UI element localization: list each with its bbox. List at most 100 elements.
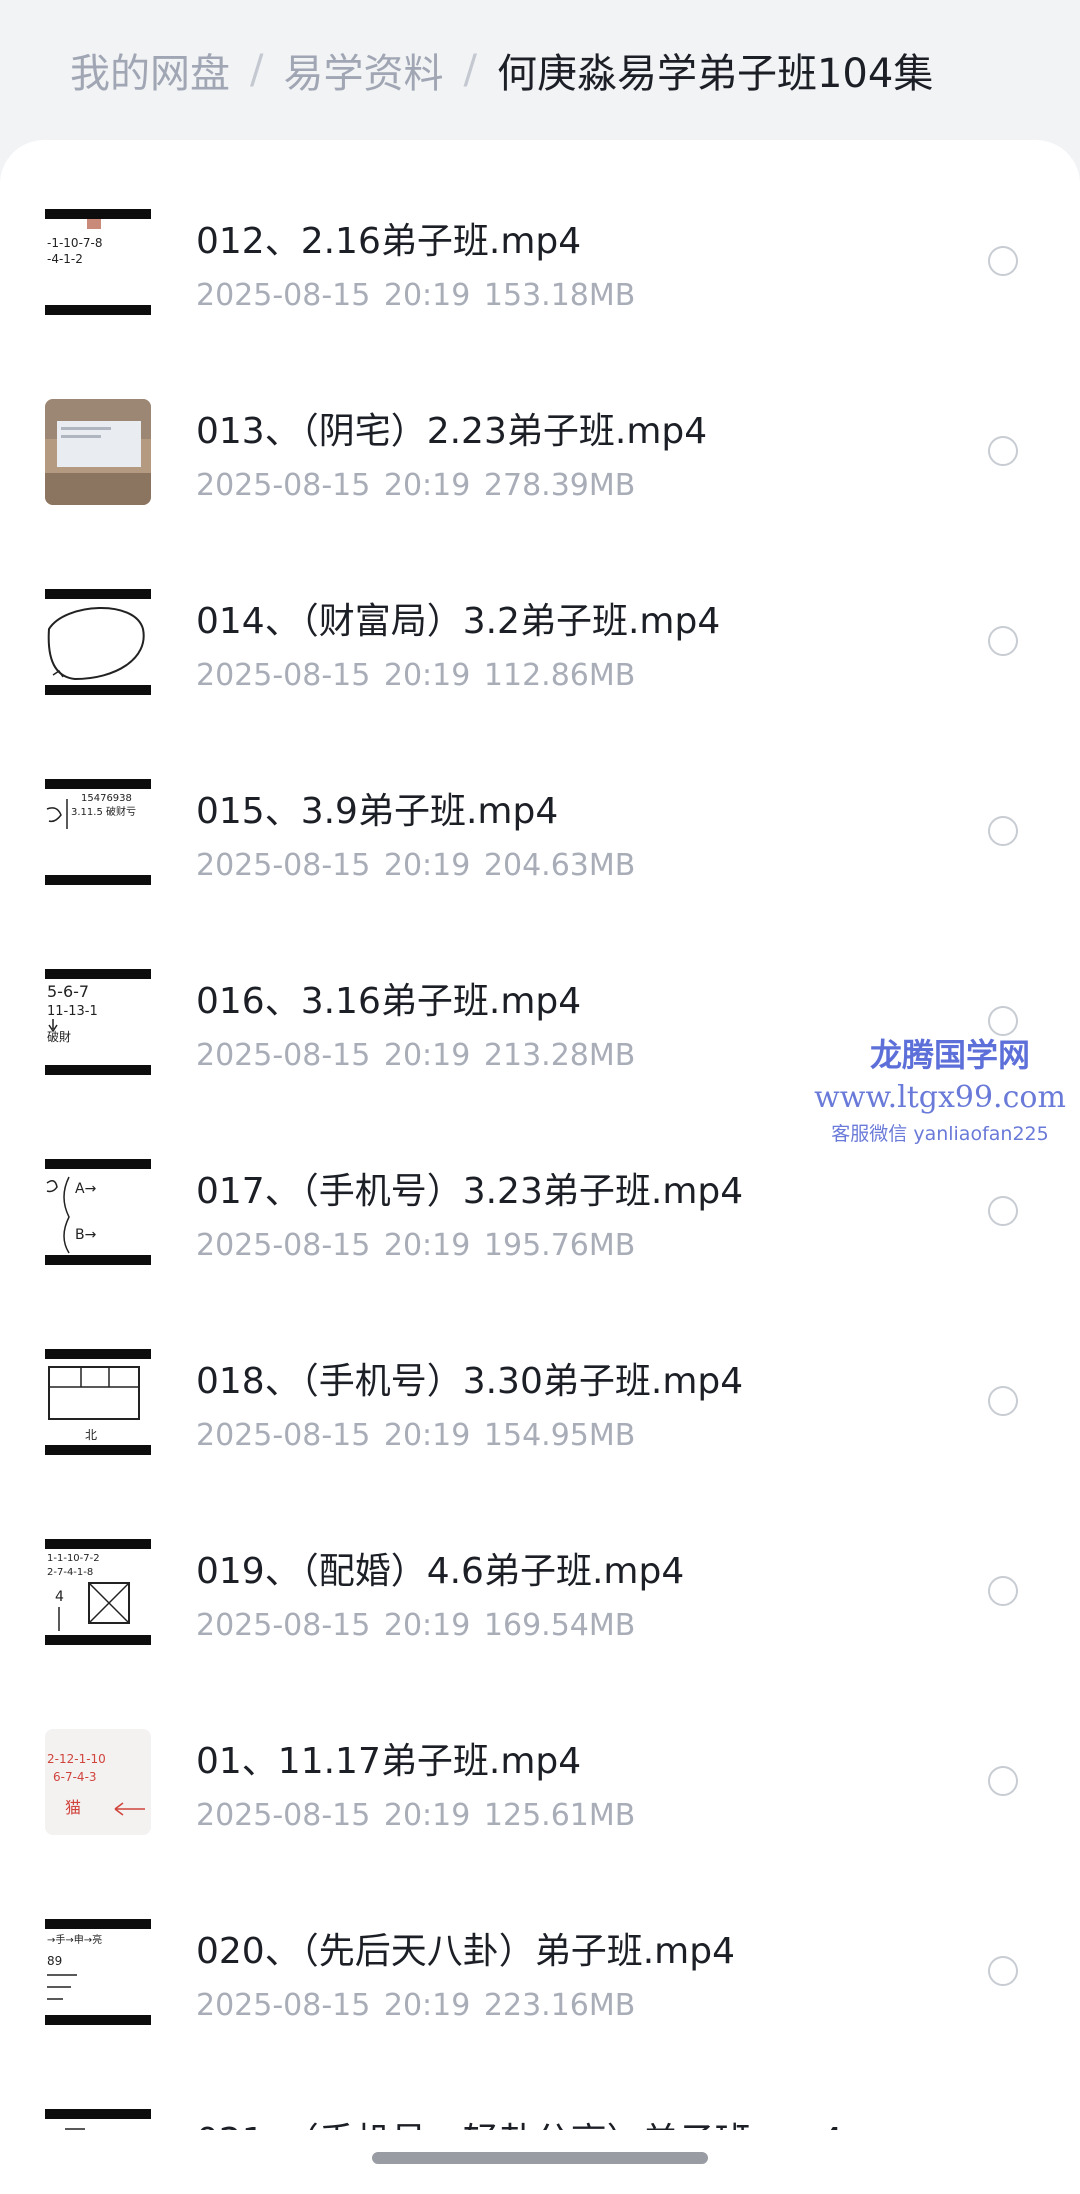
file-size: 153.18MB (483, 278, 636, 313)
file-size: 204.63MB (483, 848, 636, 883)
thumb-text: A→ (75, 1181, 97, 1197)
file-size: 213.28MB (483, 1038, 636, 1073)
thumb-text: 4 (55, 1589, 64, 1605)
thumb-text: 15476938 (81, 793, 132, 804)
breadcrumb: 我的网盘 / 易学资料 / 何庚淼易学弟子班104集 (0, 0, 1080, 140)
file-date: 2025-08-15 20:19 (196, 1988, 471, 2023)
file-date: 2025-08-15 20:19 (196, 1798, 471, 1833)
thumb-text: 2-7-4-1-8 (47, 1567, 93, 1578)
file-meta: 2025-08-15 20:19 223.16MB (196, 1988, 635, 2023)
video-thumbnail: -1-10-7-8 -4-1-2 (45, 209, 151, 315)
video-thumbnail (45, 589, 151, 695)
file-size: 223.16MB (483, 1988, 636, 2023)
file-date: 2025-08-15 20:19 (196, 1038, 471, 1073)
file-size: 195.76MB (483, 1228, 636, 1263)
select-radio[interactable] (988, 626, 1018, 656)
watermark-title: 龙腾国学网 (869, 1036, 1030, 1074)
file-meta: 2025-08-15 20:19 153.18MB (196, 278, 635, 313)
video-thumbnail: 北 (45, 1349, 151, 1455)
file-date: 2025-08-15 20:19 (196, 278, 471, 313)
thumb-text: 11-13-1 (47, 1004, 98, 1019)
file-size: 125.61MB (483, 1798, 636, 1833)
file-meta: 2025-08-15 20:19 195.76MB (196, 1228, 635, 1263)
file-name: 020、（先后天八卦）弟子班.mp4 (196, 1931, 735, 1972)
select-radio[interactable] (988, 436, 1018, 466)
watermark-contact: 客服微信 yanliaofan225 (831, 1123, 1049, 1145)
thumb-text: →手→申→亮 (47, 1933, 102, 1946)
file-size: 154.95MB (483, 1418, 636, 1453)
file-name: 019、（配婚）4.6弟子班.mp4 (196, 1551, 685, 1592)
file-meta: 2025-08-15 20:19 204.63MB (196, 848, 635, 883)
file-row[interactable]: →手→申→亮 89 020、（先后天八卦）弟子班.mp4 2025-08-15 … (0, 1850, 1080, 2040)
file-date: 2025-08-15 20:19 (196, 1228, 471, 1263)
breadcrumb-item-current-folder: 何庚淼易学弟子班104集 (496, 51, 934, 97)
file-name: 013、（阴宅）2.23弟子班.mp4 (196, 411, 708, 452)
video-thumbnail: 15476938 3.11.5 破财亏 (45, 779, 151, 885)
file-name: 012、2.16弟子班.mp4 (196, 221, 582, 262)
thumb-text: 3.11.5 破财亏 (71, 805, 136, 818)
select-radio[interactable] (988, 1576, 1018, 1606)
file-name: 016、3.16弟子班.mp4 (196, 981, 582, 1022)
select-radio[interactable] (988, 1196, 1018, 1226)
file-meta: 2025-08-15 20:19 169.54MB (196, 1608, 635, 1643)
thumb-text: 2-12-1-10 (47, 1752, 106, 1766)
file-row[interactable]: 北 018、（手机号）3.30弟子班.mp4 2025-08-15 20:19 … (0, 1280, 1080, 1470)
file-size: 169.54MB (483, 1608, 636, 1643)
file-meta: 2025-08-15 20:19 278.39MB (196, 468, 635, 503)
video-thumbnail: 5-6-7 11-13-1 破財 (45, 969, 151, 1075)
thumb-text: 破財 (47, 1029, 71, 1044)
file-row[interactable]: 021、（手机号、轻卦分高）弟子班.mp4 (0, 2040, 1080, 2130)
watermark: 龙腾国学网 www.ltgx99.com 客服微信 yanliaofan225 (814, 1030, 1080, 1146)
video-thumbnail: 1-1-10-7-2 2-7-4-1-8 4 (45, 1539, 151, 1645)
file-row[interactable]: 013、（阴宅）2.23弟子班.mp4 2025-08-15 20:19 278… (0, 330, 1080, 520)
file-name: 018、（手机号）3.30弟子班.mp4 (196, 1361, 744, 1402)
file-size: 278.39MB (483, 468, 636, 503)
file-list-panel: -1-10-7-8 -4-1-2 012、2.16弟子班.mp4 2025-08… (0, 140, 1080, 2194)
file-row[interactable]: -1-10-7-8 -4-1-2 012、2.16弟子班.mp4 2025-08… (0, 140, 1080, 330)
file-date: 2025-08-15 20:19 (196, 1608, 471, 1643)
thumb-text: B→ (75, 1227, 97, 1243)
file-name: 017、（手机号）3.23弟子班.mp4 (196, 1171, 744, 1212)
video-thumbnail (45, 399, 151, 505)
watermark-url: www.ltgx99.com (814, 1080, 1066, 1115)
file-size: 112.86MB (483, 658, 636, 693)
file-row[interactable]: 1-1-10-7-2 2-7-4-1-8 4 019、（配婚）4.6弟子班.mp… (0, 1470, 1080, 1660)
video-thumbnail (45, 2109, 151, 2130)
file-name: 01、11.17弟子班.mp4 (196, 1741, 582, 1782)
video-thumbnail: A→ B→ (45, 1159, 151, 1265)
file-row[interactable]: 2-12-1-10 6-7-4-3 猫 01、11.17弟子班.mp4 2025… (0, 1660, 1080, 1850)
file-meta: 2025-08-15 20:19 154.95MB (196, 1418, 635, 1453)
breadcrumb-separator: / (250, 47, 264, 93)
file-meta: 2025-08-15 20:19 213.28MB (196, 1038, 635, 1073)
breadcrumb-item-yixue-materials[interactable]: 易学资料 (283, 41, 443, 99)
thumb-text: 89 (47, 1954, 62, 1968)
file-meta: 2025-08-15 20:19 125.61MB (196, 1798, 635, 1833)
thumb-text: 6-7-4-3 (53, 1770, 97, 1784)
breadcrumb-item-my-drive[interactable]: 我的网盘 (70, 41, 230, 99)
file-name: 021、（手机号、轻卦分高）弟子班.mp4 (196, 2112, 843, 2130)
thumb-text: 5-6-7 (47, 982, 89, 1001)
thumb-text: -1-10-7-8 (47, 236, 103, 250)
thumb-text: -4-1-2 (47, 252, 83, 266)
file-date: 2025-08-15 20:19 (196, 468, 471, 503)
select-radio[interactable] (988, 1386, 1018, 1416)
select-radio[interactable] (988, 1766, 1018, 1796)
thumb-text: 1-1-10-7-2 (47, 1553, 100, 1564)
thumb-text: 北 (85, 1428, 97, 1442)
file-name: 015、3.9弟子班.mp4 (196, 791, 559, 832)
select-radio[interactable] (988, 816, 1018, 846)
file-row[interactable]: 014、（财富局）3.2弟子班.mp4 2025-08-15 20:19 112… (0, 520, 1080, 710)
video-thumbnail: →手→申→亮 89 (45, 1919, 151, 2025)
select-radio[interactable] (988, 1956, 1018, 1986)
file-date: 2025-08-15 20:19 (196, 1418, 471, 1453)
file-date: 2025-08-15 20:19 (196, 848, 471, 883)
file-name: 014、（财富局）3.2弟子班.mp4 (196, 601, 721, 642)
file-row[interactable]: 15476938 3.11.5 破财亏 015、3.9弟子班.mp4 2025-… (0, 710, 1080, 900)
home-indicator-bar[interactable] (372, 2152, 708, 2164)
select-radio[interactable] (988, 246, 1018, 276)
video-thumbnail: 2-12-1-10 6-7-4-3 猫 (45, 1729, 151, 1835)
breadcrumb-separator: / (463, 47, 477, 93)
thumb-text: 猫 (65, 1798, 81, 1817)
file-date: 2025-08-15 20:19 (196, 658, 471, 693)
file-meta: 2025-08-15 20:19 112.86MB (196, 658, 635, 693)
